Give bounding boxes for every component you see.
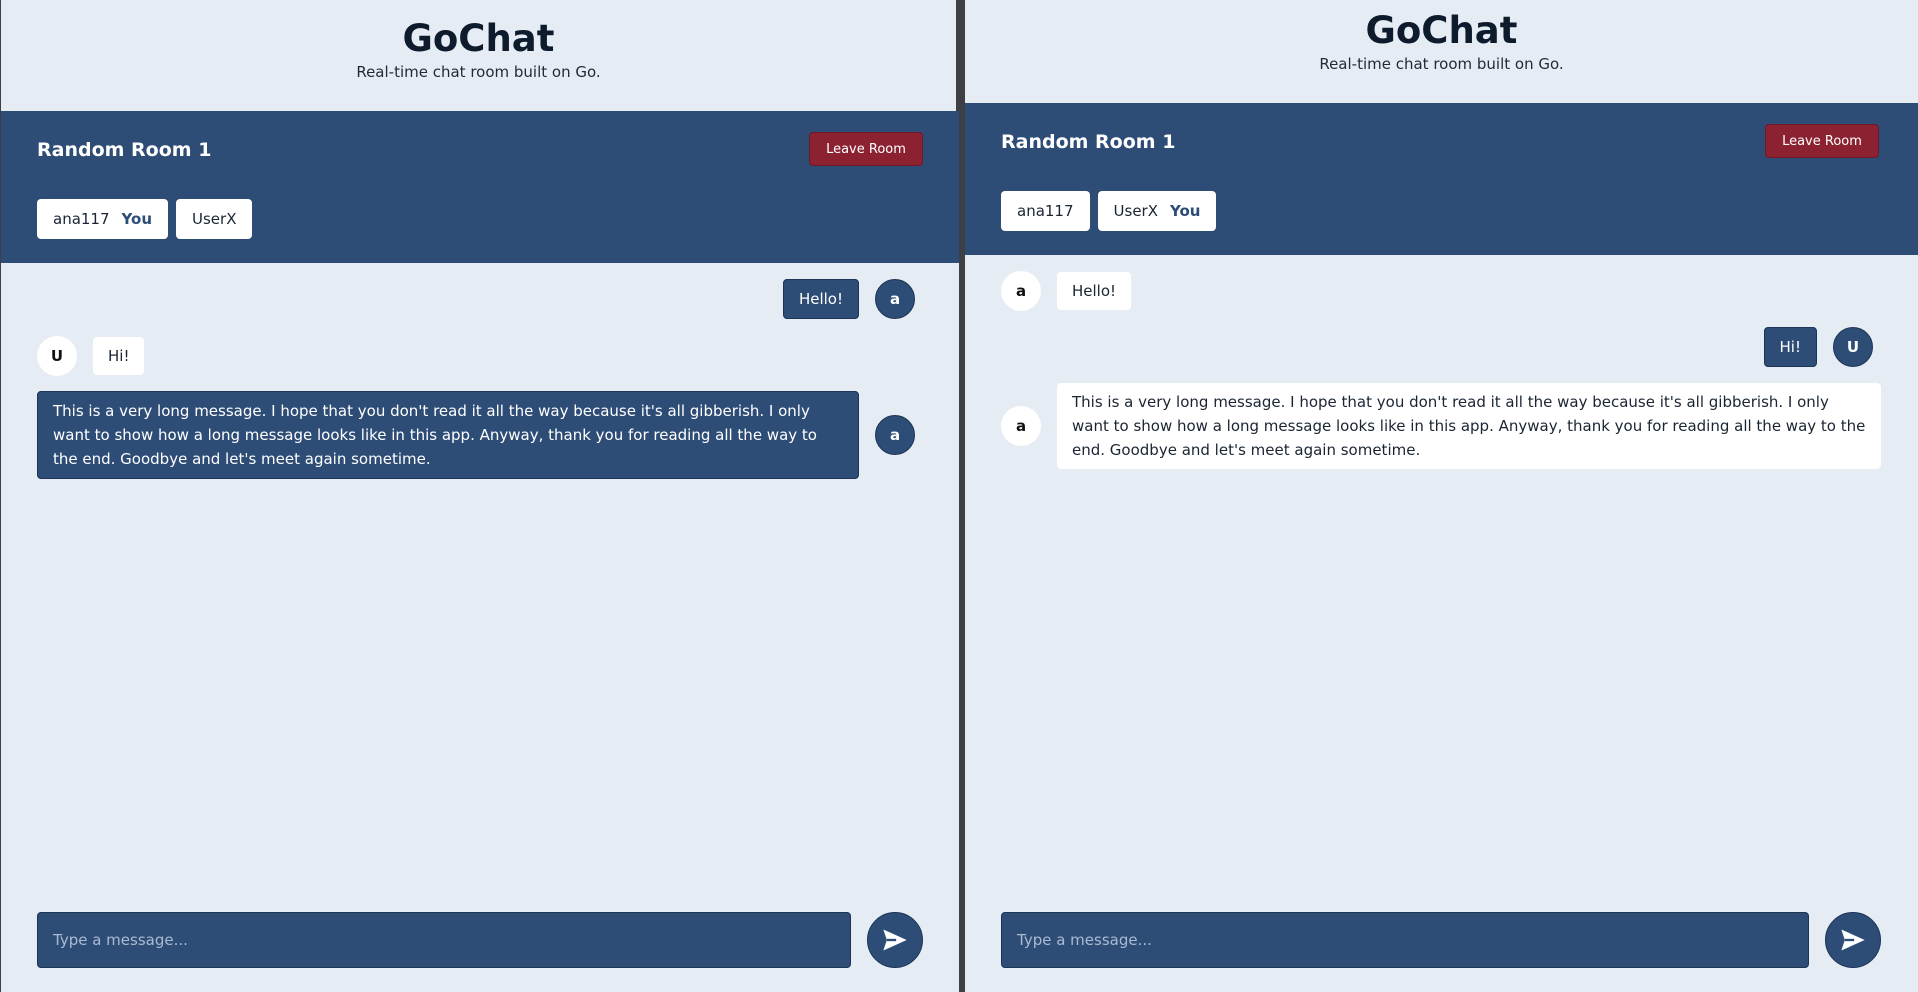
user-name: UserX	[192, 210, 237, 228]
chat-window-userx: GoChat Real-time chat room built on Go. …	[965, 0, 1918, 992]
avatar: a	[1001, 271, 1041, 311]
user-name: ana117	[1017, 202, 1074, 220]
user-chip-ana117: ana117 You	[37, 199, 168, 239]
send-icon	[883, 929, 907, 951]
app-subtitle: Real-time chat room built on Go.	[1319, 55, 1564, 73]
message-area: a Hello! Hi! U a This is a very long mes…	[969, 255, 1913, 988]
you-tag: You	[1170, 202, 1201, 220]
message-bubble: Hello!	[1057, 272, 1132, 310]
app-header: GoChat Real-time chat room built on Go.	[965, 0, 1918, 103]
send-button[interactable]	[1825, 912, 1881, 968]
app-title: GoChat	[1365, 9, 1518, 52]
message-row: a Hello!	[1001, 271, 1132, 311]
avatar: a	[875, 279, 915, 319]
send-icon	[1841, 929, 1865, 951]
message-bubble: Hello!	[782, 279, 859, 319]
leave-room-button[interactable]: Leave Room	[1765, 124, 1879, 158]
room-name: Random Room 1	[37, 139, 212, 161]
chat-window-ana117: GoChat Real-time chat room built on Go. …	[1, 0, 959, 992]
user-chip-userx: UserX You	[1097, 191, 1217, 231]
composer	[37, 912, 923, 968]
leave-room-button[interactable]: Leave Room	[809, 132, 923, 166]
room-header: Random Room 1 Leave Room ana117 UserX Yo…	[965, 103, 1918, 255]
app-subtitle: Real-time chat room built on Go.	[356, 63, 601, 81]
user-list: ana117 You UserX	[37, 199, 253, 239]
avatar: U	[1833, 327, 1873, 367]
user-name: ana117	[53, 210, 110, 228]
message-bubble: Hi!	[1763, 327, 1817, 367]
message-row: a This is a very long message. I hope th…	[1001, 383, 1881, 469]
user-chip-ana117: ana117	[1001, 191, 1090, 231]
app-title: GoChat	[402, 17, 555, 60]
room-name: Random Room 1	[1001, 131, 1176, 153]
message-input[interactable]	[37, 912, 851, 968]
send-button[interactable]	[867, 912, 923, 968]
message-bubble: This is a very long message. I hope that…	[1057, 383, 1881, 469]
message-area: Hello! a U Hi! This is a very long messa…	[5, 263, 955, 988]
avatar: a	[875, 415, 915, 455]
message-row: Hello! a	[782, 279, 915, 319]
user-chip-userx: UserX	[176, 199, 253, 239]
message-row: U Hi!	[37, 336, 145, 376]
app-header: GoChat Real-time chat room built on Go.	[1, 0, 959, 111]
message-input[interactable]	[1001, 912, 1809, 968]
message-row: This is a very long message. I hope that…	[37, 391, 915, 479]
room-header: Random Room 1 Leave Room ana117 You User…	[1, 111, 959, 263]
user-name: UserX	[1113, 202, 1158, 220]
composer	[1001, 912, 1881, 968]
message-bubble: Hi!	[93, 337, 145, 375]
avatar: a	[1001, 406, 1041, 446]
user-list: ana117 UserX You	[1001, 191, 1217, 231]
avatar: U	[37, 336, 77, 376]
message-bubble: This is a very long message. I hope that…	[37, 391, 859, 479]
you-tag: You	[121, 210, 152, 228]
message-row: Hi! U	[1763, 327, 1873, 367]
